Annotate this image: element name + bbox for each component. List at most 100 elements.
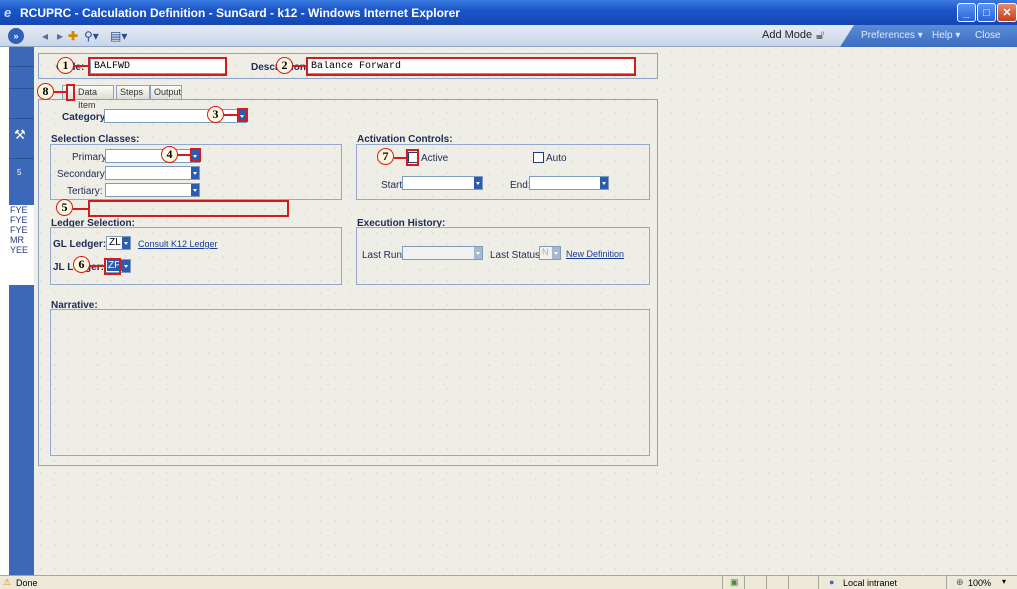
- annotation-line-5: [73, 208, 88, 210]
- end-label: End:: [510, 180, 531, 191]
- list-item[interactable]: FYE: [10, 205, 37, 215]
- chevron-down-icon[interactable]: ▾: [1002, 577, 1006, 586]
- zoom-icon: ⊕: [956, 577, 964, 587]
- category-label: Category:: [62, 112, 109, 123]
- tertiary-label: Tertiary:: [67, 186, 103, 197]
- page-menu-icon[interactable]: ▤▾: [110, 28, 127, 44]
- chevron-down-icon[interactable]: [474, 177, 482, 189]
- list-item[interactable]: YEE: [10, 245, 37, 255]
- narrative-textarea[interactable]: [50, 309, 650, 456]
- left-edge: [0, 47, 9, 575]
- nav-segment[interactable]: [9, 47, 34, 67]
- tab-data-item[interactable]: Data Item: [74, 85, 114, 110]
- consult-k12-ledger-link[interactable]: Consult K12 Ledger: [138, 239, 218, 249]
- start-date-select[interactable]: [402, 176, 483, 190]
- category-select[interactable]: [104, 109, 247, 123]
- chevron-down-icon[interactable]: [191, 184, 199, 196]
- maximize-button[interactable]: □: [977, 3, 996, 22]
- status-cell: [788, 576, 806, 589]
- secondary-label: Secondary:: [57, 169, 108, 180]
- gl-ledger-select[interactable]: ZL: [106, 236, 131, 250]
- callout-2: 2: [276, 57, 293, 74]
- warning-icon: ⚠: [3, 577, 12, 587]
- active-label: Active: [421, 153, 449, 164]
- status-cell: [744, 576, 762, 589]
- callout-1: 1: [57, 57, 74, 74]
- tab-steps[interactable]: Steps: [116, 85, 150, 100]
- page-icon: ▣: [730, 577, 739, 587]
- annotation-line-8: [54, 91, 66, 93]
- preferences-zone: Preferences ▾ Help ▾ Close: [840, 25, 1017, 47]
- list-item[interactable]: MR: [10, 235, 37, 245]
- annotation-box-2: [306, 57, 636, 76]
- ie-logo-icon: e: [4, 5, 12, 20]
- close-icon: ✕: [1002, 7, 1012, 19]
- nav-number: 5: [17, 168, 22, 177]
- auto-label: Auto: [546, 153, 567, 164]
- chevron-down-icon[interactable]: [122, 237, 130, 249]
- last-run-field: [402, 246, 483, 260]
- annotation-box-6: [104, 258, 121, 275]
- nav-segment[interactable]: [9, 119, 34, 159]
- annotation-line-1: [74, 65, 88, 67]
- annotation-line-2: [293, 65, 306, 67]
- end-date-select[interactable]: [529, 176, 609, 190]
- add-mode-label: Add Mode: [762, 29, 813, 41]
- auto-checkbox[interactable]: [533, 152, 544, 163]
- chevron-down-icon: [474, 247, 482, 259]
- annotation-line-3: [224, 114, 237, 116]
- unlock-icon: 🔓︎: [816, 27, 825, 42]
- secondary-select[interactable]: [105, 166, 200, 180]
- callout-8: 8: [37, 83, 54, 100]
- preferences-menu[interactable]: Preferences ▾: [861, 30, 923, 41]
- last-status-field: N: [539, 246, 561, 260]
- help-menu[interactable]: Help ▾: [932, 30, 960, 41]
- find-icon[interactable]: ⚲▾: [84, 28, 99, 44]
- window-titlebar: e RCUPRC - Calculation Definition - SunG…: [0, 0, 1017, 25]
- annotation-box-4: [190, 148, 201, 162]
- callout-5: 5: [56, 199, 73, 216]
- chevron-down-icon[interactable]: [600, 177, 608, 189]
- annotation-box-5: [88, 200, 289, 217]
- annotation-line-6: [90, 265, 104, 267]
- close-window-button[interactable]: ✕: [997, 3, 1017, 22]
- back-icon[interactable]: ◂: [42, 28, 48, 44]
- last-run-label: Last Run:: [362, 250, 405, 261]
- minimize-icon: _: [963, 6, 970, 19]
- gl-ledger-label: GL Ledger:: [53, 239, 107, 250]
- security-zone: Local intranet: [843, 578, 898, 588]
- zoom-level[interactable]: 100%: [968, 578, 991, 588]
- status-bar: ⚠ Done ▣ ● Local intranet ⊕ 100% ▾: [0, 575, 1017, 589]
- maximize-icon: □: [983, 6, 990, 19]
- list-item[interactable]: FYE: [10, 225, 37, 235]
- globe-icon: ●: [829, 577, 835, 587]
- tab-output[interactable]: Output: [150, 85, 182, 100]
- tertiary-select[interactable]: [105, 183, 200, 197]
- window-title: RCUPRC - Calculation Definition - SunGar…: [20, 6, 460, 20]
- primary-select[interactable]: [105, 149, 200, 163]
- close-link[interactable]: Close: [975, 30, 1001, 41]
- status-text: Done: [16, 578, 38, 588]
- status-cell: [766, 576, 784, 589]
- annotation-box-7: [406, 149, 419, 166]
- nav-segment[interactable]: [9, 89, 34, 119]
- add-icon[interactable]: ✚: [68, 28, 78, 44]
- annotation-box-3: [237, 108, 248, 122]
- primary-label: Primary:: [72, 152, 110, 163]
- gl-ledger-value: ZL: [109, 237, 121, 248]
- chevron-down-icon[interactable]: [191, 167, 199, 179]
- nav-segment[interactable]: [9, 67, 34, 89]
- annotation-box-1: [88, 57, 227, 76]
- last-status-value: N: [542, 247, 549, 257]
- forward-icon[interactable]: ▸: [57, 28, 63, 44]
- chevron-down-icon: [552, 247, 560, 259]
- callout-4: 4: [161, 146, 178, 163]
- list-item[interactable]: FYE: [10, 215, 37, 225]
- new-definition-link[interactable]: New Definition: [566, 249, 624, 259]
- callout-7: 7: [377, 148, 394, 165]
- expand-nav-icon[interactable]: »: [8, 28, 24, 44]
- left-nav-list: FYE FYE FYE MR YEE: [9, 205, 37, 285]
- chevron-down-icon[interactable]: [122, 260, 130, 272]
- callout-6: 6: [73, 256, 90, 273]
- minimize-button[interactable]: _: [957, 3, 976, 22]
